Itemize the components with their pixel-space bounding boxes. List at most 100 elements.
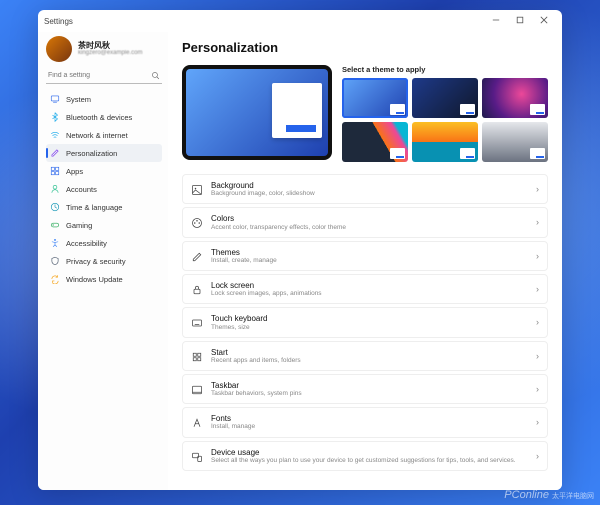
- card-title: Lock screen: [211, 281, 528, 290]
- time-icon: [50, 202, 60, 212]
- setting-background[interactable]: BackgroundBackground image, color, slide…: [182, 174, 548, 204]
- theme-2[interactable]: [412, 78, 478, 118]
- chevron-right-icon: ›: [536, 217, 539, 227]
- minimize-button[interactable]: [484, 16, 508, 26]
- profile-name: 茶时风秋: [78, 42, 142, 51]
- deviceusage-icon: [191, 450, 203, 462]
- watermark: PConline 太平洋电脑网: [504, 489, 594, 501]
- themes-title: Select a theme to apply: [342, 65, 548, 74]
- gaming-icon: [50, 220, 60, 230]
- sidebar-item-label: System: [66, 95, 91, 104]
- card-desc: Install, manage: [211, 423, 528, 430]
- card-title: Background: [211, 181, 528, 190]
- setting-start[interactable]: StartRecent apps and items, folders ›: [182, 341, 548, 371]
- sidebar-item-label: Accessibility: [66, 239, 107, 248]
- setting-colors[interactable]: ColorsAccent color, transparency effects…: [182, 207, 548, 237]
- theme-5[interactable]: [412, 122, 478, 162]
- sidebar-item-accessibility[interactable]: Accessibility: [46, 234, 162, 252]
- sidebar: 茶时风秋 kingzero@example.com System Bluetoot…: [38, 32, 168, 490]
- setting-touchkb[interactable]: Touch keyboardThemes, size ›: [182, 307, 548, 337]
- sidebar-item-privacy[interactable]: Privacy & security: [46, 252, 162, 270]
- theme-4[interactable]: [342, 122, 408, 162]
- chevron-right-icon: ›: [536, 451, 539, 461]
- card-desc: Themes, size: [211, 324, 528, 331]
- sidebar-item-apps[interactable]: Apps: [46, 162, 162, 180]
- touchkb-icon: [191, 316, 203, 328]
- colors-icon: [191, 216, 203, 228]
- sidebar-item-update[interactable]: Windows Update: [46, 270, 162, 288]
- system-icon: [50, 94, 60, 104]
- search-box[interactable]: [46, 68, 162, 84]
- setting-deviceusage[interactable]: Device usageSelect all the ways you plan…: [182, 441, 548, 471]
- setting-fonts[interactable]: FontsInstall, manage ›: [182, 407, 548, 437]
- card-title: Start: [211, 348, 528, 357]
- sidebar-item-label: Time & language: [66, 203, 122, 212]
- card-title: Touch keyboard: [211, 314, 528, 323]
- personalization-icon: [50, 148, 60, 158]
- card-desc: Recent apps and items, folders: [211, 357, 528, 364]
- sidebar-nav: System Bluetooth & devices Network & inter…: [46, 90, 162, 288]
- titlebar: Settings: [38, 10, 562, 32]
- privacy-icon: [50, 256, 60, 266]
- themes-section: Select a theme to apply: [342, 65, 548, 162]
- update-icon: [50, 274, 60, 284]
- search-input[interactable]: [48, 72, 151, 79]
- setting-themes[interactable]: ThemesInstall, create, manage ›: [182, 241, 548, 271]
- window-title: Settings: [44, 17, 73, 26]
- accessibility-icon: [50, 238, 60, 248]
- theme-1[interactable]: [342, 78, 408, 118]
- profile-email: kingzero@example.com: [78, 50, 142, 56]
- settings-list: BackgroundBackground image, color, slide…: [182, 174, 548, 471]
- sidebar-item-personalization[interactable]: Personalization: [46, 144, 162, 162]
- card-title: Fonts: [211, 414, 528, 423]
- sidebar-item-label: Privacy & security: [66, 257, 126, 266]
- apps-icon: [50, 166, 60, 176]
- bluetooth-icon: [50, 112, 60, 122]
- card-desc: Select all the ways you plan to use your…: [211, 457, 528, 464]
- sidebar-item-label: Apps: [66, 167, 83, 176]
- page-heading: Personalization: [182, 40, 548, 55]
- sidebar-item-network[interactable]: Network & internet: [46, 126, 162, 144]
- profile-block[interactable]: 茶时风秋 kingzero@example.com: [46, 34, 162, 68]
- sidebar-item-time[interactable]: Time & language: [46, 198, 162, 216]
- chevron-right-icon: ›: [536, 351, 539, 361]
- sidebar-item-label: Network & internet: [66, 131, 128, 140]
- card-desc: Accent color, transparency effects, colo…: [211, 224, 528, 231]
- sidebar-item-label: Personalization: [66, 149, 117, 158]
- sidebar-item-gaming[interactable]: Gaming: [46, 216, 162, 234]
- search-icon: [151, 71, 160, 80]
- background-icon: [191, 183, 203, 195]
- theme-3[interactable]: [482, 78, 548, 118]
- sidebar-item-label: Gaming: [66, 221, 92, 230]
- sidebar-item-bluetooth[interactable]: Bluetooth & devices: [46, 108, 162, 126]
- card-title: Themes: [211, 248, 528, 257]
- chevron-right-icon: ›: [536, 184, 539, 194]
- card-title: Device usage: [211, 448, 528, 457]
- chevron-right-icon: ›: [536, 417, 539, 427]
- setting-taskbar[interactable]: TaskbarTaskbar behaviors, system pins›: [182, 374, 548, 404]
- close-button[interactable]: [532, 16, 556, 26]
- sidebar-item-label: Bluetooth & devices: [66, 113, 132, 122]
- maximize-button[interactable]: [508, 16, 532, 26]
- card-desc: Background image, color, slideshow: [211, 190, 528, 197]
- card-title: Colors: [211, 214, 528, 223]
- sidebar-item-accounts[interactable]: Accounts: [46, 180, 162, 198]
- chevron-right-icon: ›: [536, 251, 539, 261]
- setting-lockscreen[interactable]: Lock screenLock screen images, apps, ani…: [182, 274, 548, 304]
- card-desc: Install, create, manage: [211, 257, 528, 264]
- network-icon: [50, 130, 60, 140]
- fonts-icon: [191, 416, 203, 428]
- accounts-icon: [50, 184, 60, 194]
- chevron-right-icon: ›: [536, 384, 539, 394]
- theme-6[interactable]: [482, 122, 548, 162]
- lockscreen-icon: [191, 283, 203, 295]
- chevron-right-icon: ›: [536, 317, 539, 327]
- card-desc: Lock screen images, apps, animations: [211, 290, 528, 297]
- main-content: Personalization Select a theme to apply …: [168, 32, 562, 490]
- sidebar-item-label: Accounts: [66, 185, 97, 194]
- taskbar-icon: [191, 383, 203, 395]
- desktop-preview: [182, 65, 332, 160]
- sidebar-item-system[interactable]: System: [46, 90, 162, 108]
- card-title: Taskbar: [211, 381, 528, 390]
- settings-window: Settings 茶时风秋 kingzero@example.com Syste…: [38, 10, 562, 490]
